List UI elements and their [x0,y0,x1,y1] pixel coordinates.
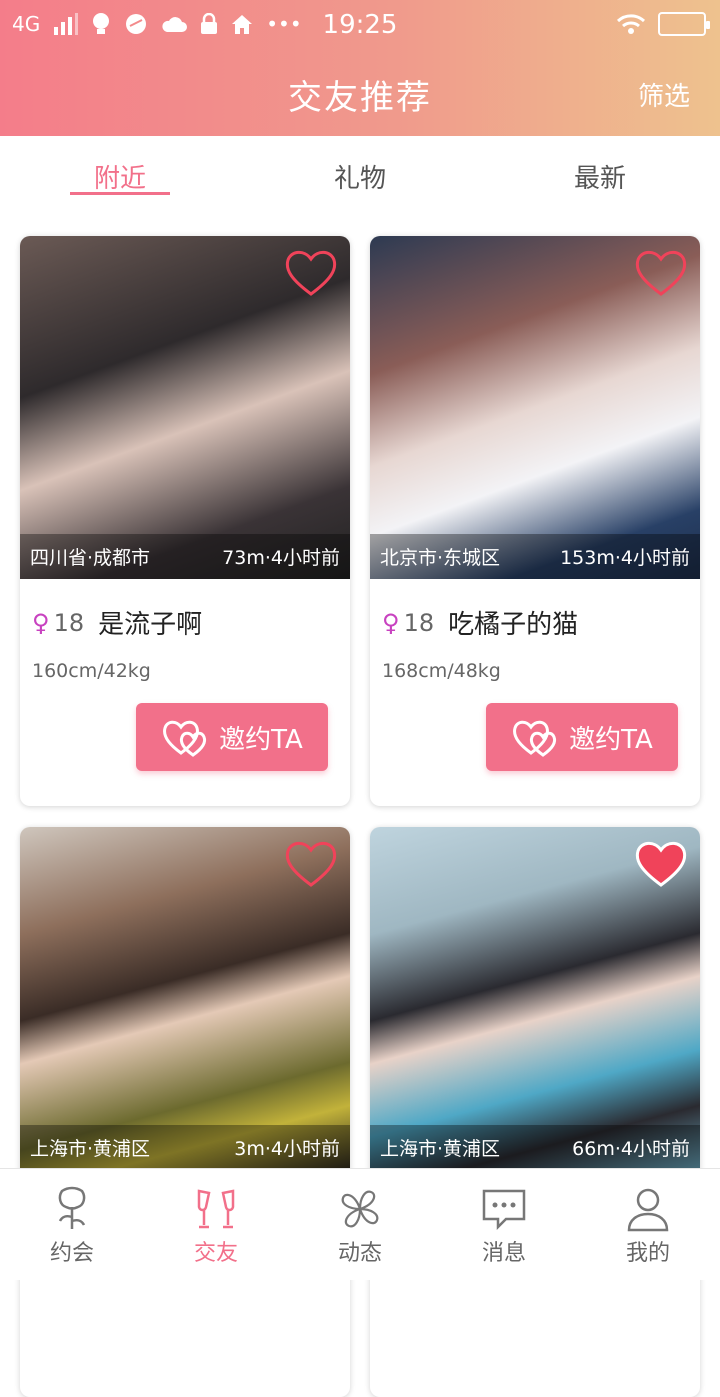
double-heart-icon [513,720,557,757]
nav-item-messages[interactable]: 消息 [432,1183,576,1267]
location-label: 上海市·黄浦区 [380,1138,501,1160]
favorite-heart-icon[interactable] [632,246,690,298]
double-heart-icon [163,720,207,757]
female-icon: ♀ [382,608,400,637]
location-label: 上海市·黄浦区 [30,1138,151,1160]
photo-caption: 四川省·成都市 73m·4小时前 [20,534,350,579]
height-weight-label: 168cm/48kg [382,660,501,682]
age-label: 18 [53,608,85,637]
profile-info: ♀ 18 吃橘子的猫 [382,604,578,641]
favorite-heart-icon[interactable] [282,246,340,298]
distance-time-label: 66m·4小时前 [572,1138,690,1160]
wifi-icon [616,14,646,34]
location-label: 北京市·东城区 [380,547,501,569]
page-title: 交友推荐 [288,78,432,118]
status-right [616,12,710,36]
invite-label: 邀约TA [569,724,653,755]
status-bar: 4G ••• 19:25 [0,0,720,52]
profile-card[interactable]: 上海市·黄浦区 3m·4小时前 [20,827,350,1397]
profile-card[interactable]: 四川省·成都市 73m·4小时前 ♀ 18 是流子啊 160cm/42kg 邀约… [20,236,350,806]
nav-label: 动态 [337,1241,382,1266]
battery-icon [658,12,710,36]
nickname-label: 吃橘子的猫 [448,610,579,640]
profile-info: ♀ 18 是流子啊 [32,604,202,641]
profile-card[interactable]: 北京市·东城区 153m·4小时前 ♀ 18 吃橘子的猫 168cm/48kg … [370,236,700,806]
favorite-heart-icon[interactable] [632,837,690,889]
distance-time-label: 153m·4小时前 [560,547,690,569]
nav-label: 约会 [49,1241,94,1266]
nav-item-moments[interactable]: 动态 [288,1183,432,1267]
nav-item-dating[interactable]: 约会 [0,1183,144,1267]
distance-time-label: 73m·4小时前 [222,547,340,569]
nav-label: 我的 [625,1241,670,1266]
invite-button[interactable]: 邀约TA [136,703,328,771]
nav-item-profile[interactable]: 我的 [576,1183,720,1267]
nav-label: 交友 [193,1241,238,1266]
photo-caption: 北京市·东城区 153m·4小时前 [370,534,700,579]
champagne-icon [144,1183,288,1235]
app-header: 4G ••• 19:25 交友推荐 筛选 [0,0,720,136]
tab-gifts[interactable]: 礼物 [280,158,440,195]
location-label: 四川省·成都市 [30,547,151,569]
invite-button[interactable]: 邀约TA [486,703,678,771]
tab-latest[interactable]: 最新 [520,158,680,195]
user-icon [576,1183,720,1235]
distance-time-label: 3m·4小时前 [234,1138,340,1160]
pinwheel-icon [288,1183,432,1235]
filter-button[interactable]: 筛选 [638,76,690,113]
tab-nearby[interactable]: 附近 [40,158,200,195]
nav-label: 消息 [481,1241,526,1266]
height-weight-label: 160cm/42kg [32,660,151,682]
profile-card[interactable]: 上海市·黄浦区 66m·4小时前 [370,827,700,1397]
nav-item-friends[interactable]: 交友 [144,1183,288,1267]
photo-caption: 上海市·黄浦区 3m·4小时前 [20,1125,350,1170]
tab-active-indicator [70,192,170,195]
invite-label: 邀约TA [219,724,303,755]
status-time: 19:25 [322,10,398,40]
favorite-heart-icon[interactable] [282,837,340,889]
nickname-label: 是流子啊 [98,610,203,640]
female-icon: ♀ [32,608,50,637]
bottom-nav: 约会 交友 动态 消息 我的 [0,1168,720,1280]
age-label: 18 [403,608,435,637]
tab-bar: 附近 礼物 最新 [0,136,720,216]
chat-bubble-icon [432,1183,576,1235]
rose-icon [0,1183,144,1235]
photo-caption: 上海市·黄浦区 66m·4小时前 [370,1125,700,1170]
